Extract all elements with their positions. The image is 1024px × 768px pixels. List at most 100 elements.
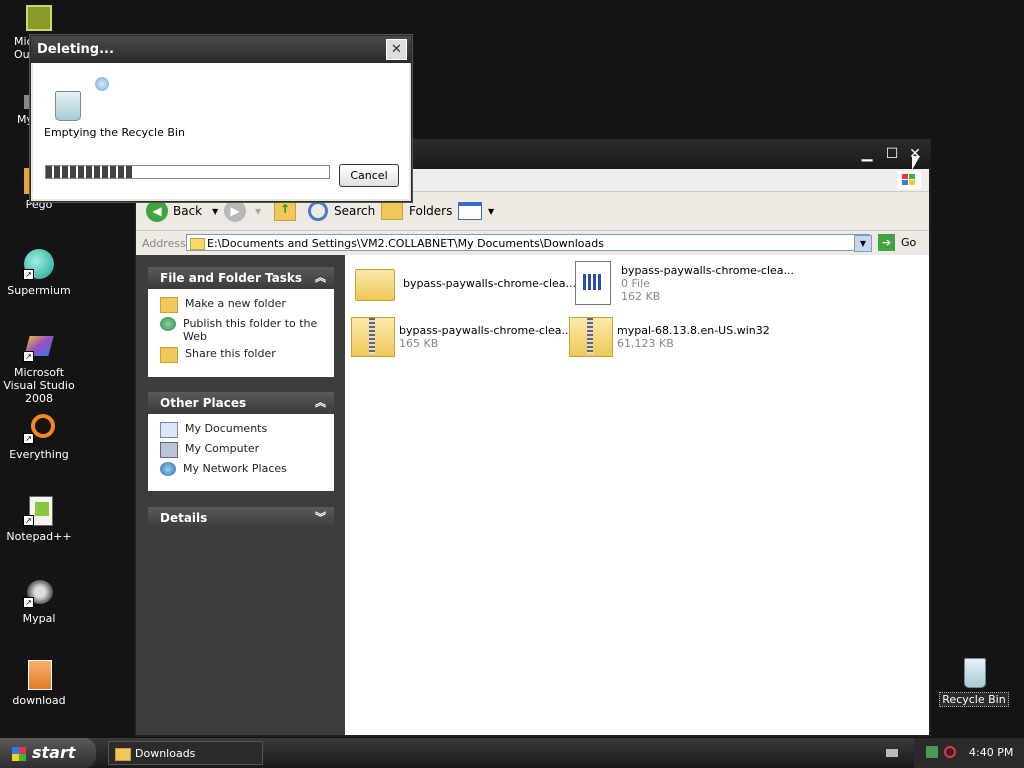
tasks-pane: File and Folder Tasks ︽ Make a new folde…: [136, 255, 345, 735]
folder-icon: [190, 238, 205, 250]
dialog-title: Deleting...: [37, 42, 114, 57]
forward-arrow-icon: ▶: [224, 200, 246, 222]
file-list: bypass-paywalls-chrome-clea... bypass-pa…: [345, 255, 929, 735]
go-button[interactable]: ➔ Go: [878, 234, 916, 251]
up-folder-button[interactable]: ↑: [274, 200, 296, 222]
zip-folder-icon: [347, 315, 395, 359]
maximize-button[interactable]: ☐: [882, 145, 902, 163]
file-item[interactable]: mypal-68.13.8.en-US.win32 61,123 KB: [565, 315, 775, 359]
panel-title: File and Folder Tasks: [160, 271, 303, 285]
download-icon: [23, 658, 55, 690]
search-button[interactable]: Search: [308, 200, 375, 222]
panel-header[interactable]: Details ︾: [148, 507, 334, 529]
panel-title: Other Places: [160, 396, 247, 410]
panel-header[interactable]: Other Places ︽: [148, 392, 334, 414]
place-my-computer[interactable]: My Computer: [148, 440, 334, 460]
share-folder-icon: [160, 347, 178, 363]
forward-button[interactable]: ▶ ▼: [224, 200, 261, 222]
file-name: bypass-paywalls-chrome-clea...: [399, 324, 573, 337]
clock: 4:40 PM: [969, 746, 1014, 759]
file-name: bypass-paywalls-chrome-clea...: [621, 263, 795, 277]
network-tray-icon[interactable]: [926, 746, 938, 758]
views-icon: [458, 202, 482, 220]
desktop-icon-everything[interactable]: ↗ Everything: [0, 412, 78, 461]
back-label: Back: [173, 204, 203, 218]
go-label: Go: [901, 236, 917, 249]
desktop-icon-recycle-bin[interactable]: Recycle Bin: [935, 656, 1013, 707]
mypal-icon: ↗: [23, 576, 55, 608]
supermium-icon: ↗: [23, 248, 55, 280]
network-icon: [160, 462, 176, 476]
details-panel: Details ︾: [148, 507, 334, 529]
everything-icon: ↗: [23, 412, 55, 444]
taskbar: start Downloads 4:40 PM: [0, 738, 1024, 768]
desktop-icon-label: Recycle Bin: [939, 692, 1009, 707]
back-arrow-icon: ◀: [146, 200, 168, 222]
documents-icon: [160, 422, 178, 438]
place-label: My Computer: [185, 442, 260, 455]
taskbar-item-label: Downloads: [135, 747, 196, 760]
desktop-icon-label: Supermium: [7, 284, 71, 297]
document-icon: [569, 261, 615, 305]
task-publish-web[interactable]: Publish this folder to the Web: [148, 315, 334, 345]
deleting-dialog: Deleting... ✕ Emptying the Recycle Bin C…: [30, 35, 412, 202]
shortcut-arrow-icon: ↗: [23, 269, 34, 280]
desktop-icon-label: download: [12, 694, 66, 707]
desktop-icon-label: Notepad++: [6, 530, 72, 543]
taskbar-item-downloads[interactable]: Downloads: [108, 741, 263, 765]
search-icon: [308, 201, 328, 221]
windows-logo-icon: [12, 746, 26, 761]
place-my-documents[interactable]: My Documents: [148, 420, 334, 440]
up-folder-icon: ↑: [274, 201, 296, 221]
security-tray-icon[interactable]: [944, 746, 956, 758]
address-label: Address: [142, 237, 186, 250]
windows-logo-icon: [897, 171, 921, 189]
dialog-body: Emptying the Recycle Bin Cancel: [33, 63, 409, 199]
cancel-button[interactable]: Cancel: [339, 164, 399, 187]
folder-icon: [115, 748, 131, 761]
desktop-icon-notepadpp[interactable]: ↗ Notepad++: [0, 494, 78, 543]
task-label: Make a new folder: [185, 297, 286, 310]
panel-header[interactable]: File and Folder Tasks ︽: [148, 267, 334, 289]
start-label: start: [32, 743, 76, 762]
progress-fill: [46, 166, 134, 178]
chevron-down-icon: ▼: [255, 206, 262, 216]
notepadpp-icon: ↗: [23, 494, 55, 526]
start-button[interactable]: start: [0, 738, 96, 768]
folders-label: Folders: [409, 204, 453, 218]
address-dropdown-button[interactable]: ▼: [854, 235, 872, 252]
desktop-icon-visual-studio[interactable]: ↗ Microsoft Visual Studio 2008: [0, 330, 78, 405]
desktop-icon-supermium[interactable]: ↗ Supermium: [0, 248, 78, 297]
file-item[interactable]: bypass-paywalls-chrome-clea...: [351, 261, 576, 305]
keyboard-icon[interactable]: [886, 749, 898, 757]
place-label: My Network Places: [183, 462, 287, 475]
desktop-icon-label: Everything: [9, 448, 69, 461]
file-item[interactable]: bypass-paywalls-chrome-clea... 165 KB: [347, 315, 572, 359]
file-name: mypal-68.13.8.en-US.win32: [617, 324, 770, 337]
collapse-icon: ︽: [315, 271, 326, 284]
dialog-close-button[interactable]: ✕: [386, 39, 407, 60]
file-name: bypass-paywalls-chrome-clea...: [403, 276, 577, 290]
globe-icon: [160, 317, 176, 331]
file-item[interactable]: bypass-paywalls-chrome-clea... 0 File 16…: [569, 261, 794, 305]
back-button[interactable]: ◀ Back ▼: [146, 200, 218, 222]
new-folder-icon: [160, 297, 178, 313]
desktop-icon-download[interactable]: download: [0, 658, 78, 707]
folder-icon: [351, 261, 397, 305]
folders-button[interactable]: Folders: [381, 200, 452, 222]
task-share-folder[interactable]: Share this folder: [148, 345, 334, 365]
shortcut-arrow-icon: ↗: [23, 433, 34, 444]
task-label: Share this folder: [185, 347, 276, 360]
task-make-folder[interactable]: Make a new folder: [148, 295, 334, 315]
dialog-titlebar[interactable]: Deleting... ✕: [31, 36, 411, 63]
minimize-button[interactable]: ▁: [857, 145, 877, 163]
address-input[interactable]: E:\Documents and Settings\VM2.COLLABNET\…: [186, 234, 870, 251]
place-network[interactable]: My Network Places: [148, 460, 334, 478]
views-button[interactable]: ▼: [458, 200, 494, 222]
progress-bar: [45, 165, 330, 179]
file-type: 0 File: [621, 276, 650, 290]
collapse-icon: ︽: [315, 396, 326, 409]
desktop-icon-mypal[interactable]: ↗ Mypal: [0, 576, 78, 625]
system-tray: 4:40 PM: [914, 738, 1024, 768]
recycle-bin-icon: [55, 91, 81, 121]
